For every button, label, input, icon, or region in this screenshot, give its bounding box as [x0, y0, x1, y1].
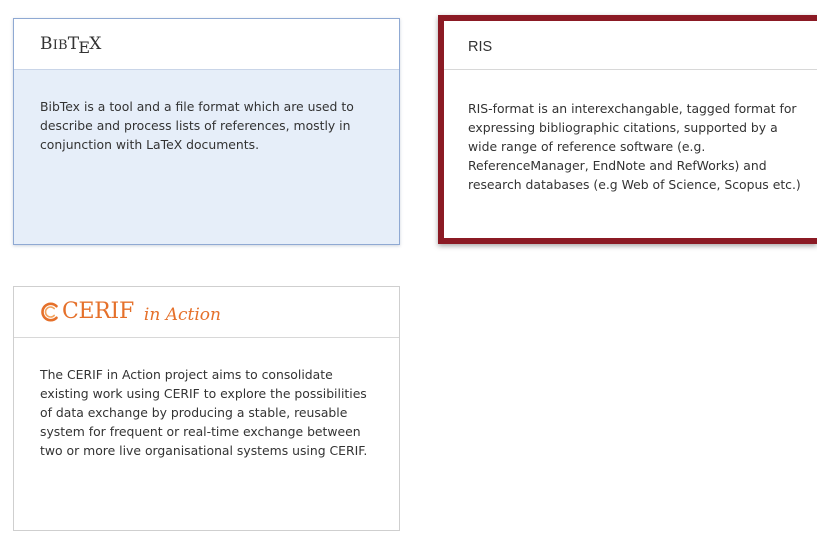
format-card-bibtex[interactable]: BIBTEX BibTex is a tool and a file forma…	[13, 18, 400, 245]
card-description: RIS-format is an interexchangable, tagge…	[468, 101, 801, 192]
format-card-cerif[interactable]: CERIF in Action The CERIF in Action proj…	[13, 286, 400, 531]
cerif-c-swirl-icon	[41, 302, 58, 321]
card-description: The CERIF in Action project aims to cons…	[40, 367, 368, 458]
card-description: BibTex is a tool and a file format which…	[40, 99, 354, 152]
bibtex-logo: BIBTEX	[40, 34, 102, 57]
card-header: BIBTEX	[14, 19, 399, 70]
cerif-logo: CERIF in Action	[39, 299, 221, 325]
cerif-logo-word: CERIF	[62, 299, 134, 324]
card-header: RIS	[444, 21, 817, 70]
card-title: RIS	[468, 39, 493, 55]
format-card-ris[interactable]: RIS RIS-format is an interexchangable, t…	[438, 15, 817, 244]
cerif-logo-tagline: in Action	[143, 304, 221, 325]
card-header: CERIF in Action	[14, 287, 399, 338]
